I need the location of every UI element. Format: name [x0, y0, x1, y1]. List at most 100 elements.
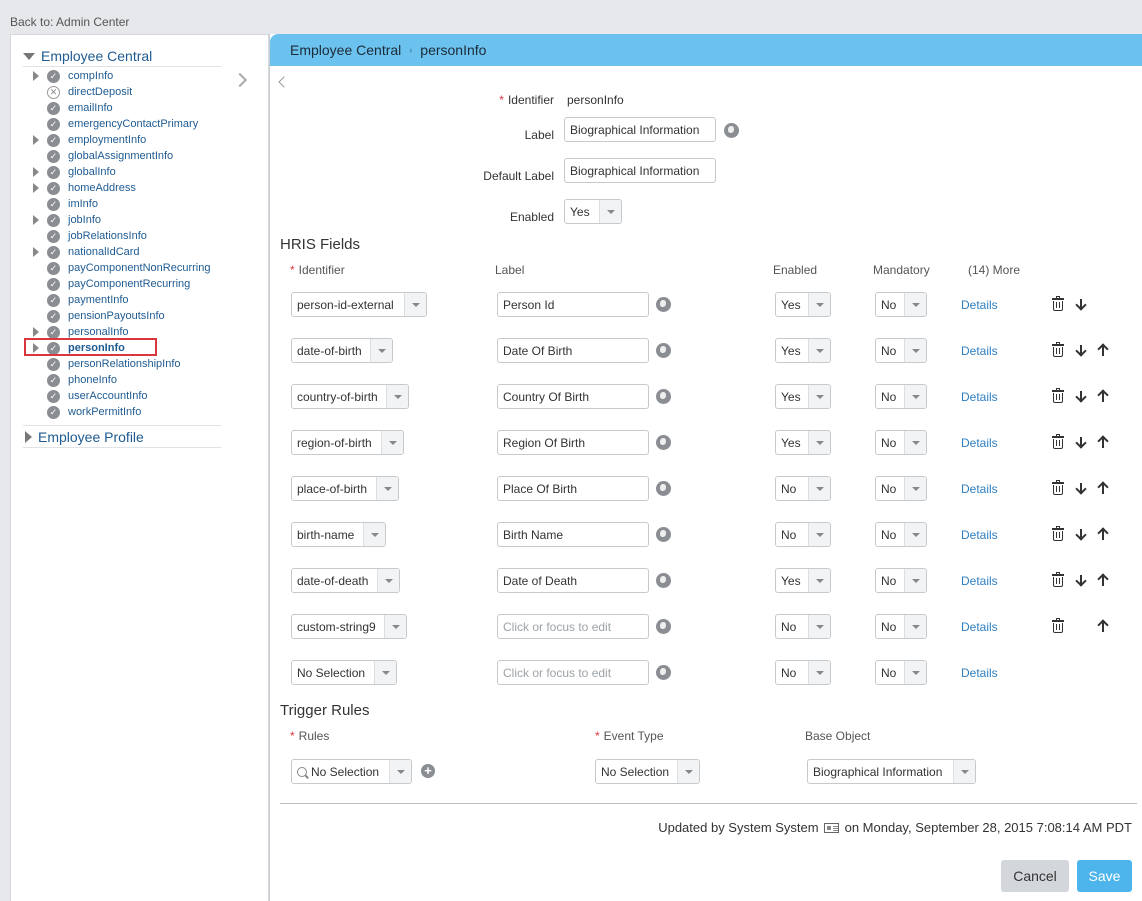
default-label-input[interactable] [564, 158, 716, 183]
hris-identifier-select[interactable]: date-of-death [291, 568, 400, 593]
chevron-down-icon[interactable] [23, 52, 35, 60]
hris-enabled-select[interactable]: Yes [775, 568, 831, 593]
tree-item-jobrelationsinfo[interactable]: ✓ jobRelationsInfo [33, 228, 147, 244]
hris-details-link[interactable]: Details [961, 482, 998, 496]
arrow-down-icon[interactable] [1075, 436, 1087, 450]
arrow-down-icon[interactable] [1075, 528, 1087, 542]
event-type-select[interactable]: No Selection [595, 759, 700, 784]
translate-globe-icon[interactable] [656, 435, 671, 450]
hris-label-input[interactable] [497, 568, 649, 593]
hris-details-link[interactable]: Details [961, 298, 998, 312]
translate-globe-icon[interactable] [656, 619, 671, 634]
tree-root-employee-central[interactable]: Employee Central [23, 46, 152, 66]
cancel-button[interactable]: Cancel [1001, 860, 1069, 892]
tree-item-pensionpayoutsinfo[interactable]: ✓ pensionPayoutsInfo [33, 308, 165, 324]
chevron-right-icon[interactable] [33, 212, 47, 228]
back-chevron-icon[interactable] [278, 76, 290, 88]
hris-details-link[interactable]: Details [961, 574, 998, 588]
translate-globe-icon[interactable] [656, 297, 671, 312]
hris-label-input[interactable] [497, 614, 649, 639]
chevron-right-icon[interactable] [25, 431, 32, 443]
tree-item-personrelationshipinfo[interactable]: ✓ personRelationshipInfo [33, 356, 181, 372]
trash-icon[interactable] [1052, 480, 1064, 495]
tree-item-globalinfo[interactable]: ✓ globalInfo [33, 164, 116, 180]
arrow-up-icon[interactable] [1097, 573, 1109, 587]
tree-item-homeaddress[interactable]: ✓ homeAddress [33, 180, 136, 196]
tree-root-employee-profile[interactable]: Employee Profile [23, 427, 144, 447]
arrow-down-icon[interactable] [1075, 390, 1087, 404]
hris-details-link[interactable]: Details [961, 436, 998, 450]
tree-item-paymentinfo[interactable]: ✓ paymentInfo [33, 292, 129, 308]
chevron-right-icon[interactable] [33, 180, 47, 196]
chevron-right-icon[interactable] [33, 132, 47, 148]
trash-icon[interactable] [1052, 434, 1064, 449]
translate-globe-icon[interactable] [656, 481, 671, 496]
hris-identifier-select[interactable]: place-of-birth [291, 476, 399, 501]
hris-enabled-select[interactable]: No [775, 614, 831, 639]
breadcrumb-employee-central[interactable]: Employee Central [290, 42, 401, 58]
arrow-up-icon[interactable] [1097, 343, 1109, 357]
hris-details-link[interactable]: Details [961, 344, 998, 358]
hris-label-input[interactable] [497, 292, 649, 317]
arrow-up-icon[interactable] [1097, 527, 1109, 541]
hris-enabled-select[interactable]: No [775, 522, 831, 547]
tree-item-emergencycontactprimary[interactable]: ✓ emergencyContactPrimary [33, 116, 198, 132]
arrow-down-icon[interactable] [1075, 344, 1087, 358]
hris-label-input[interactable] [497, 384, 649, 409]
hris-identifier-select[interactable]: country-of-birth [291, 384, 409, 409]
hris-identifier-select[interactable]: birth-name [291, 522, 386, 547]
trash-icon[interactable] [1052, 342, 1064, 357]
translate-globe-icon[interactable] [656, 573, 671, 588]
chevron-right-icon[interactable] [33, 68, 47, 84]
arrow-up-icon[interactable] [1097, 435, 1109, 449]
translate-globe-icon[interactable] [656, 389, 671, 404]
user-card-icon[interactable] [823, 822, 839, 833]
hris-label-input[interactable] [497, 338, 649, 363]
arrow-down-icon[interactable] [1075, 482, 1087, 496]
tree-item-employmentinfo[interactable]: ✓ employmentInfo [33, 132, 146, 148]
translate-globe-icon[interactable] [656, 527, 671, 542]
hris-mandatory-select[interactable]: No [875, 292, 927, 317]
translate-globe-icon[interactable] [656, 665, 671, 680]
enabled-select[interactable]: Yes [564, 199, 622, 224]
tree-item-directdeposit[interactable]: ✕ directDeposit [33, 84, 132, 100]
arrow-up-icon[interactable] [1097, 619, 1109, 633]
hris-mandatory-select[interactable]: No [875, 568, 927, 593]
add-rule-icon[interactable]: + [421, 764, 435, 778]
hris-label-input[interactable] [497, 476, 649, 501]
hris-mandatory-select[interactable]: No [875, 476, 927, 501]
hris-details-link[interactable]: Details [961, 666, 998, 680]
arrow-down-icon[interactable] [1075, 574, 1087, 588]
trash-icon[interactable] [1052, 526, 1064, 541]
hris-mandatory-select[interactable]: No [875, 384, 927, 409]
hris-label-input[interactable] [497, 522, 649, 547]
tree-item-paycomponentnonrecurring[interactable]: ✓ payComponentNonRecurring [33, 260, 210, 276]
tree-item-iminfo[interactable]: ✓ imInfo [33, 196, 98, 212]
tree-item-nationalidcard[interactable]: ✓ nationalIdCard [33, 244, 140, 260]
trash-icon[interactable] [1052, 296, 1064, 311]
chevron-right-icon[interactable] [33, 164, 47, 180]
back-to-admin-center-link[interactable]: Back to: Admin Center [10, 15, 129, 29]
hris-identifier-select[interactable]: No Selection [291, 660, 397, 685]
hris-label-input[interactable] [497, 660, 649, 685]
hris-mandatory-select[interactable]: No [875, 522, 927, 547]
arrow-up-icon[interactable] [1097, 481, 1109, 495]
tree-item-jobinfo[interactable]: ✓ jobInfo [33, 212, 101, 228]
hris-enabled-select[interactable]: No [775, 476, 831, 501]
hris-mandatory-select[interactable]: No [875, 660, 927, 685]
hris-details-link[interactable]: Details [961, 390, 998, 404]
tree-item-useraccountinfo[interactable]: ✓ userAccountInfo [33, 388, 148, 404]
hris-mandatory-select[interactable]: No [875, 430, 927, 455]
arrow-up-icon[interactable] [1097, 389, 1109, 403]
base-object-select[interactable]: Biographical Information [807, 759, 976, 784]
hris-enabled-select[interactable]: Yes [775, 292, 831, 317]
hris-details-link[interactable]: Details [961, 528, 998, 542]
tree-item-workpermitinfo[interactable]: ✓ workPermitInfo [33, 404, 141, 420]
hris-mandatory-select[interactable]: No [875, 614, 927, 639]
tree-item-emailinfo[interactable]: ✓ emailInfo [33, 100, 113, 116]
hris-enabled-select[interactable]: No [775, 660, 831, 685]
hris-label-input[interactable] [497, 430, 649, 455]
hris-identifier-select[interactable]: date-of-birth [291, 338, 393, 363]
arrow-down-icon[interactable] [1075, 298, 1087, 312]
translate-globe-icon[interactable] [724, 123, 739, 138]
